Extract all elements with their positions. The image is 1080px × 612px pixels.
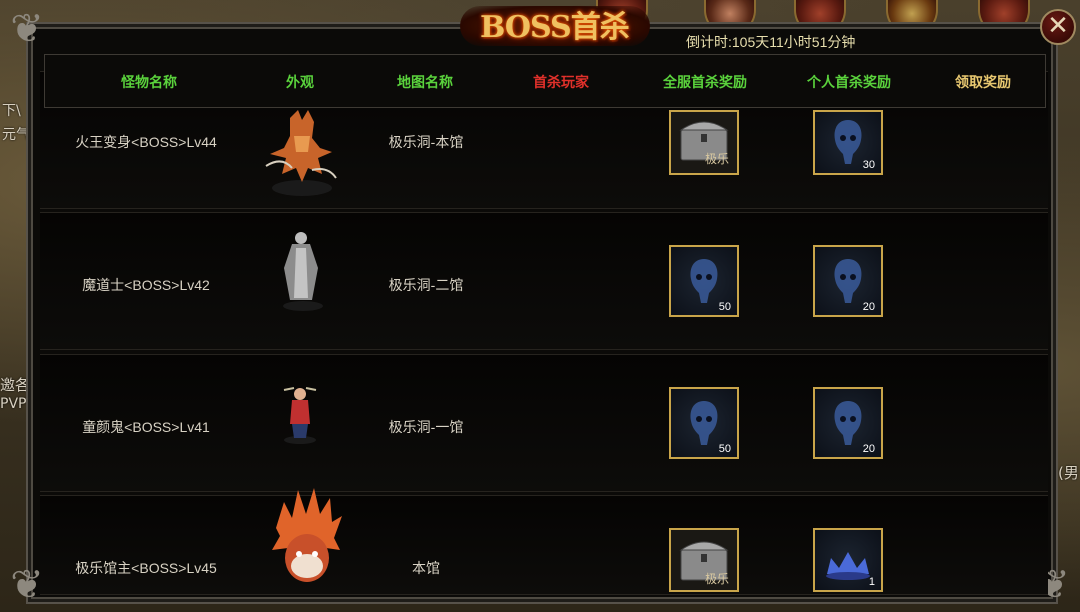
personal-reward-item[interactable]: 1 [813,528,883,592]
item-count: 50 [718,301,731,313]
fire-king-monster-image [265,110,337,196]
bg-text-3: 邀各 [0,376,31,394]
header-monster-name: 怪物名称 [121,74,177,90]
chest-label: 极乐 [705,572,730,586]
bg-text-1: 下\ [2,103,21,119]
map-name: 极乐洞-一馆 [388,419,464,435]
item-count: 20 [862,301,875,313]
bg-text-5: (男 [1058,464,1079,482]
item-count: 1 [868,576,875,588]
server-reward-item[interactable]: 50 [669,245,739,317]
monster-name: 极乐馆主<BOSS>Lv45 [75,560,217,576]
item-count: 20 [862,443,875,455]
table-row: 童颜鬼<BOSS>Lv41 极乐洞-一馆 [40,354,1048,492]
map-name: 极乐洞-二馆 [388,277,464,293]
chest-label: 极乐 [705,152,730,166]
bg-text-2: 元气 [2,127,30,143]
taoist-monster-image [283,232,323,311]
bliss-master-monster-image [272,488,342,582]
table-header-overlay: 怪物名称 外观 地图名称 首杀玩家 全服首杀奖励 个人首杀奖励 领取奖励 [44,54,1046,108]
monster-name: 魔道士<BOSS>Lv42 [82,277,210,293]
panel-title: BOSS首杀 [480,10,630,45]
map-name: 极乐洞-本馆 [388,134,464,150]
bg-text-4: PVP [0,396,27,412]
countdown-timer: 倒计时:105天11小时51分钟 [686,34,856,50]
server-reward-chest-item[interactable]: 极乐 [669,528,739,592]
monster-name: 火王变身<BOSS>Lv44 [75,134,217,150]
header-personal-reward: 个人首杀奖励 [807,74,891,90]
monster-name: 童颜鬼<BOSS>Lv41 [82,419,210,435]
item-count: 30 [862,159,875,171]
table-row: 极乐馆主<BOSS>Lv45 本馆 [40,495,1048,595]
header-first-kill-player: 首杀玩家 [533,74,589,90]
header-claim-reward: 领取奖励 [955,74,1011,90]
server-reward-chest-item[interactable]: 极乐 [669,110,739,175]
personal-reward-item[interactable]: 20 [813,245,883,317]
header-appearance: 外观 [286,74,314,90]
personal-reward-item[interactable]: 20 [813,387,883,459]
close-button[interactable]: ✕ [1040,9,1076,45]
dragon-corner-top-left-icon: ❦ [10,6,44,52]
table-row: 魔道士<BOSS>Lv42 极乐洞-二馆 [40,212,1048,350]
personal-reward-item[interactable]: 30 [813,110,883,175]
map-name: 本馆 [412,560,440,576]
child-ghost-monster-image [283,387,317,444]
item-count: 50 [718,443,731,455]
header-server-reward: 全服首杀奖励 [663,74,747,90]
server-reward-item[interactable]: 50 [669,387,739,459]
header-map-name: 地图名称 [397,74,453,90]
